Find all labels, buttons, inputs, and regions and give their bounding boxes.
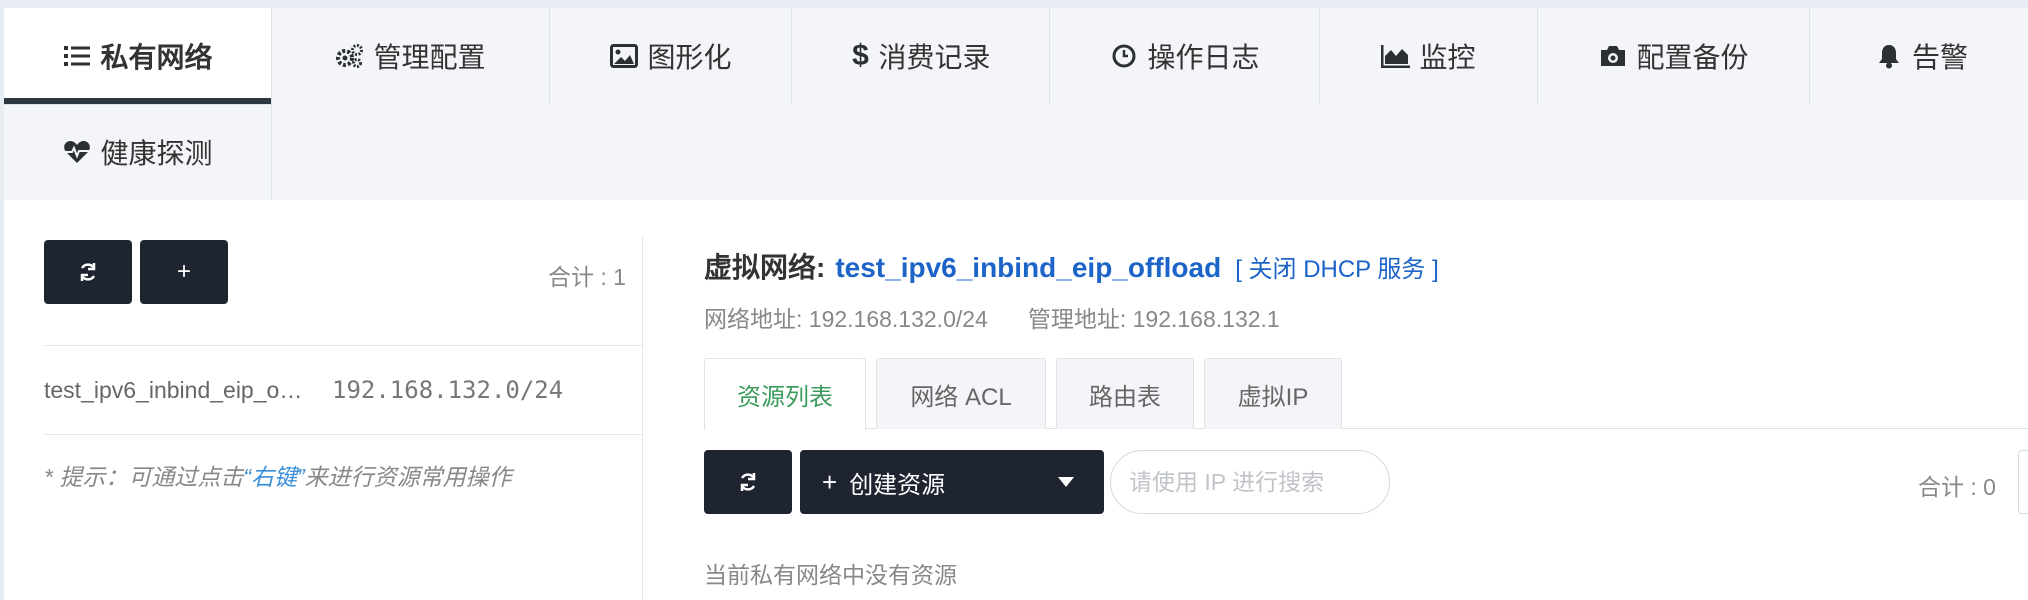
tab-config-backup[interactable]: 配置备份 <box>1538 8 1810 104</box>
refresh-networks-button[interactable] <box>44 240 132 304</box>
subtab-network-acl[interactable]: 网络 ACL <box>876 358 1046 429</box>
refresh-icon <box>738 472 758 492</box>
dollar-icon: $ <box>852 39 869 72</box>
vnet-name: test_ipv6_inbind_eip_offload <box>835 252 1222 283</box>
refresh-icon <box>78 262 98 282</box>
caret-down-icon[interactable] <box>1058 477 1074 487</box>
tab-label: 管理配置 <box>373 42 486 73</box>
divider <box>44 434 642 435</box>
plus-icon: + <box>822 466 838 497</box>
subtab-label: 资源列表 <box>737 384 833 411</box>
network-address: 网络地址: 192.168.132.0/24 <box>704 306 988 332</box>
right-click-tip: * 提示：可通过点击“右键”来进行资源常用操作 <box>44 458 512 492</box>
tab-operation-log[interactable]: 操作日志 <box>1050 8 1320 104</box>
refresh-resources-button[interactable] <box>704 450 792 514</box>
add-label: + <box>176 258 191 285</box>
list-icon <box>62 41 92 71</box>
area-chart-icon <box>1381 41 1411 71</box>
subtab-virtual-ip[interactable]: 虚拟IP <box>1204 358 1342 429</box>
vnet-title: 虚拟网络: test_ipv6_inbind_eip_offload [ 关闭 … <box>704 246 1439 286</box>
page-size-select[interactable] <box>2018 450 2028 514</box>
create-resource-button[interactable]: + 创建资源 <box>800 450 1104 514</box>
camera-icon <box>1598 41 1628 71</box>
tab-monitoring[interactable]: 监控 <box>1320 8 1538 104</box>
gears-icon <box>335 41 365 71</box>
column-divider <box>642 236 643 600</box>
subtab-label: 虚拟IP <box>1237 383 1309 411</box>
tab-label: 图形化 <box>647 42 732 73</box>
image-icon <box>609 41 639 71</box>
resource-total-count: 合计 : 0 <box>1918 474 1996 500</box>
subtab-label: 网络 ACL <box>910 383 1012 411</box>
heartbeat-icon <box>62 137 92 167</box>
list-item-network[interactable]: test_ipv6_inbind_eip_offload 192.168.132… <box>4 346 642 434</box>
empty-resources-message: 当前私有网络中没有资源 <box>704 562 957 588</box>
tab-label: 告警 <box>1911 42 1968 73</box>
top-tab-bar: 私有网络 管理配置 图形化 $ 消费记录 操作日志 监控 配置备份 告警 健康探… <box>4 8 2028 200</box>
tab-private-network[interactable]: 私有网络 <box>4 8 272 104</box>
subtab-resource-list[interactable]: 资源列表 <box>704 358 866 430</box>
ip-search-input[interactable] <box>1110 450 1390 514</box>
tip-suffix: 来进行资源常用操作 <box>304 464 512 490</box>
subtab-label: 路由表 <box>1089 383 1161 411</box>
network-total-count: 合计 : 1 <box>548 264 626 290</box>
tip-prefix: * 提示：可通过点击 <box>44 464 244 490</box>
tab-graphical[interactable]: 图形化 <box>550 8 792 104</box>
tab-label: 配置备份 <box>1636 42 1749 73</box>
tab-billing-records[interactable]: $ 消费记录 <box>792 8 1050 104</box>
tab-label: 操作日志 <box>1147 42 1260 73</box>
add-network-button[interactable]: + <box>140 240 228 304</box>
disable-dhcp-link[interactable]: [ 关闭 DHCP 服务 ] <box>1235 249 1439 284</box>
main-panel: + 合计 : 1 test_ipv6_inbind_eip_offload 19… <box>4 200 2028 600</box>
tab-label: 消费记录 <box>878 42 991 73</box>
network-name: test_ipv6_inbind_eip_offload <box>44 376 306 403</box>
manage-address: 管理地址: 192.168.132.1 <box>1027 306 1280 332</box>
clock-icon <box>1109 41 1139 71</box>
vnet-label: 虚拟网络: <box>704 252 826 283</box>
tab-label: 私有网络 <box>100 42 213 73</box>
tab-label: 健康探测 <box>100 138 213 169</box>
tip-highlight: “右键” <box>243 464 305 490</box>
tab-label: 监控 <box>1419 42 1476 73</box>
tab-health-check[interactable]: 健康探测 <box>4 104 272 200</box>
address-info: 网络地址: 192.168.132.0/24 管理地址: 192.168.132.… <box>704 300 1280 334</box>
bell-icon <box>1874 41 1904 71</box>
network-cidr: 192.168.132.0/24 <box>332 376 564 404</box>
create-resource-label: 创建资源 <box>849 471 946 499</box>
tab-manage-config[interactable]: 管理配置 <box>272 8 550 104</box>
tab-alarm[interactable]: 告警 <box>1810 8 2028 104</box>
subtab-route-table[interactable]: 路由表 <box>1056 358 1194 429</box>
